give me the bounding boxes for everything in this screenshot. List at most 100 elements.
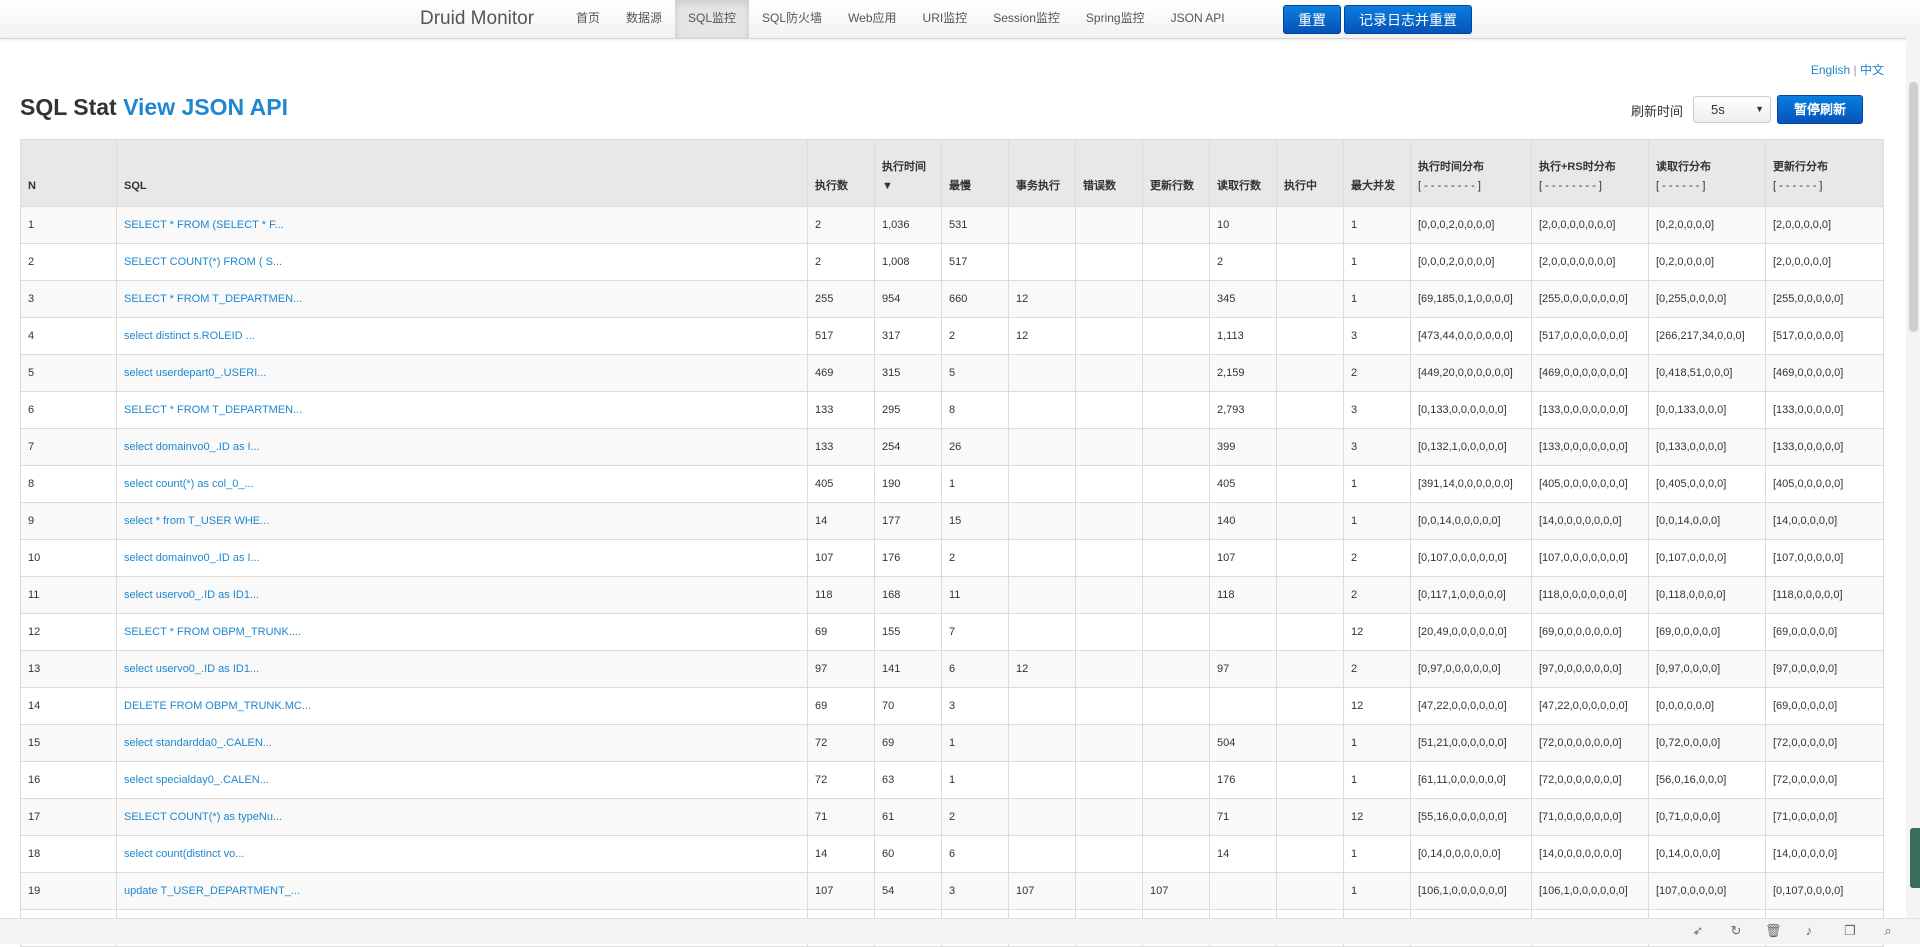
cell-concurrent-max: 2	[1343, 576, 1411, 614]
cell-exec-time: 254	[874, 428, 942, 466]
header-update-dist[interactable]: 更新行分布 [ - - - - - - ]	[1765, 139, 1884, 207]
nav-item-home[interactable]: 首页	[563, 0, 613, 38]
cell-sql[interactable]: select distinct s.ROLEID ...	[116, 317, 808, 355]
cell-update-count	[1142, 280, 1210, 318]
header-n[interactable]: N	[20, 139, 117, 207]
header-exec-time-dist[interactable]: 执行时间分布 [ - - - - - - - - ]	[1410, 139, 1532, 207]
english-link[interactable]: English	[1811, 63, 1850, 77]
cell-sql[interactable]: select count(distinct vo...	[116, 835, 808, 873]
cell-slowest: 8	[941, 391, 1009, 429]
sql-stat-table-container: N SQL 执行数 执行时间 ▼ 最慢 事务执行 错误数 更新行数 读取行数 执行…	[20, 139, 1884, 947]
table-header-row: N SQL 执行数 执行时间 ▼ 最慢 事务执行 错误数 更新行数 读取行数 执行…	[20, 139, 1884, 207]
view-json-api-link[interactable]: View JSON API	[123, 94, 288, 120]
nav-item-session[interactable]: Session监控	[980, 0, 1073, 38]
cell-sql[interactable]: SELECT * FROM T_DEPARTMEN...	[116, 391, 808, 429]
refresh-icon[interactable]: ↻	[1728, 923, 1744, 939]
cell-sql[interactable]: select * from T_USER WHE...	[116, 502, 808, 540]
rocket-icon[interactable]: ➶	[1690, 923, 1706, 939]
cell-exec-time-dist: [0,107,0,0,0,0,0,0]	[1410, 539, 1532, 577]
pause-refresh-button[interactable]: 暂停刷新	[1777, 95, 1863, 124]
window-icon[interactable]: ❐	[1842, 923, 1858, 939]
chinese-link[interactable]: 中文	[1860, 63, 1884, 77]
reset-button[interactable]: 重置	[1283, 5, 1341, 34]
header-slowest[interactable]: 最慢	[941, 139, 1009, 207]
cell-sql[interactable]: SELECT * FROM (SELECT * F...	[116, 206, 808, 244]
cell-concurrent-max: 1	[1343, 502, 1411, 540]
cell-in-transaction	[1008, 539, 1076, 577]
volume-icon[interactable]: ♪	[1801, 923, 1817, 939]
cell-running-count	[1276, 761, 1344, 799]
cell-read-dist: [0,72,0,0,0,0]	[1648, 724, 1766, 762]
cell-exec-rs-dist: [133,0,0,0,0,0,0,0]	[1531, 428, 1649, 466]
nav-item-webapp[interactable]: Web应用	[835, 0, 909, 38]
cell-sql[interactable]: SELECT COUNT(*) FROM ( S...	[116, 243, 808, 281]
cell-sql[interactable]: select uservo0_.ID as ID1...	[116, 650, 808, 688]
cell-read-dist: [0,118,0,0,0,0]	[1648, 576, 1766, 614]
header-exec-time[interactable]: 执行时间 ▼	[874, 139, 942, 207]
nav-item-uri[interactable]: URI监控	[910, 0, 981, 38]
cell-fetch-row-count: 10	[1209, 206, 1277, 244]
header-concurrent-max[interactable]: 最大并发	[1343, 139, 1411, 207]
header-exec-count[interactable]: 执行数	[807, 139, 875, 207]
nav-item-json-api[interactable]: JSON API	[1158, 0, 1238, 38]
cell-exec-time-dist: [449,20,0,0,0,0,0,0]	[1410, 354, 1532, 392]
header-error-count[interactable]: 错误数	[1075, 139, 1143, 207]
brand-title[interactable]: Druid Monitor	[420, 8, 534, 30]
cell-sql[interactable]: select specialday0_.CALEN...	[116, 761, 808, 799]
refresh-interval-select[interactable]: 5s ▼	[1693, 96, 1771, 123]
vertical-scrollbar[interactable]	[1906, 38, 1920, 918]
trash-icon[interactable]: 🗑	[1765, 923, 1782, 939]
header-sql[interactable]: SQL	[116, 139, 808, 207]
nav-item-wall[interactable]: SQL防火墙	[749, 0, 835, 38]
cell-in-transaction: 12	[1008, 280, 1076, 318]
cell-sql[interactable]: DELETE FROM OBPM_TRUNK.MC...	[116, 687, 808, 725]
header-in-transaction[interactable]: 事务执行	[1008, 139, 1076, 207]
header-fetch-row-count[interactable]: 读取行数	[1209, 139, 1277, 207]
title-text: SQL Stat	[20, 94, 117, 120]
cell-sql[interactable]: select standardda0_.CALEN...	[116, 724, 808, 762]
cell-sql[interactable]: update T_USER_DEPARTMENT_...	[116, 872, 808, 910]
cell-error-count	[1075, 576, 1143, 614]
cell-exec-time: 69	[874, 724, 942, 762]
cell-sql[interactable]: SELECT * FROM OBPM_TRUNK....	[116, 613, 808, 651]
side-widget-tab[interactable]	[1910, 828, 1920, 888]
nav-item-sql[interactable]: SQL监控	[675, 0, 750, 38]
scrollbar-thumb[interactable]	[1909, 82, 1918, 332]
cell-update-dist: [133,0,0,0,0,0]	[1765, 428, 1884, 466]
caret-down-icon: ▼	[1755, 104, 1764, 114]
nav-item-spring[interactable]: Spring监控	[1073, 0, 1158, 38]
cell-sql[interactable]: select domainvo0_.ID as I...	[116, 428, 808, 466]
cell-sql[interactable]: SELECT * FROM T_DEPARTMEN...	[116, 280, 808, 318]
cell-exec-count: 14	[807, 835, 875, 873]
cell-slowest: 6	[941, 835, 1009, 873]
cell-error-count	[1075, 613, 1143, 651]
cell-update-dist: [469,0,0,0,0,0]	[1765, 354, 1884, 392]
header-running-count[interactable]: 执行中	[1276, 139, 1344, 207]
header-update-count[interactable]: 更新行数	[1142, 139, 1210, 207]
cell-exec-rs-dist: [405,0,0,0,0,0,0,0]	[1531, 465, 1649, 503]
cell-exec-time: 317	[874, 317, 942, 355]
header-read-dist[interactable]: 读取行分布 [ - - - - - - ]	[1648, 139, 1766, 207]
header-update-dist-sub: [ - - - - - - ]	[1773, 180, 1823, 192]
cell-read-dist: [56,0,16,0,0,0]	[1648, 761, 1766, 799]
table-row: 5 select userdepart0_.USERI... 469 315 5 2,15…	[20, 354, 1884, 392]
cell-update-dist: [517,0,0,0,0,0]	[1765, 317, 1884, 355]
cell-sql[interactable]: select userdepart0_.USERI...	[116, 354, 808, 392]
cell-update-count	[1142, 354, 1210, 392]
cell-sql[interactable]: SELECT COUNT(*) as typeNu...	[116, 798, 808, 836]
nav-item-datasource[interactable]: 数据源	[613, 0, 675, 38]
header-exec-rs-dist[interactable]: 执行+RS时分布 [ - - - - - - - - ]	[1531, 139, 1649, 207]
cell-read-dist: [0,2,0,0,0,0]	[1648, 206, 1766, 244]
cell-exec-time: 954	[874, 280, 942, 318]
cell-sql[interactable]: select uservo0_.ID as ID1...	[116, 576, 808, 614]
cell-n: 12	[20, 613, 117, 651]
search-icon[interactable]: ⌕	[1880, 923, 1896, 939]
cell-sql[interactable]: select domainvo0_.ID as I...	[116, 539, 808, 577]
cell-n: 15	[20, 724, 117, 762]
cell-exec-time-dist: [55,16,0,0,0,0,0,0]	[1410, 798, 1532, 836]
cell-sql[interactable]: select count(*) as col_0_...	[116, 465, 808, 503]
cell-in-transaction	[1008, 687, 1076, 725]
cell-update-count	[1142, 502, 1210, 540]
log-reset-button[interactable]: 记录日志并重置	[1344, 5, 1472, 34]
cell-read-dist: [0,71,0,0,0,0]	[1648, 798, 1766, 836]
